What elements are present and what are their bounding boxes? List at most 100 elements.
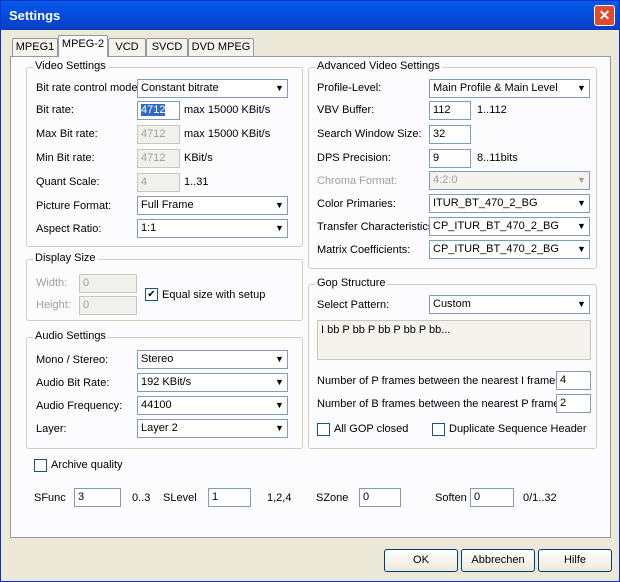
chevron-down-icon[interactable]: ▼ bbox=[272, 80, 287, 97]
picture-format-select[interactable]: Full Frame ▼ bbox=[137, 196, 288, 215]
bitrate-mode-select[interactable]: Constant bitrate ▼ bbox=[137, 79, 288, 98]
duplicate-sequence-header-label: Duplicate Sequence Header bbox=[449, 423, 587, 435]
audio-frequency-select[interactable]: 44100 ▼ bbox=[137, 396, 288, 415]
help-button[interactable]: Hilfe bbox=[538, 549, 612, 572]
tab-mpeg2[interactable]: MPEG-2 bbox=[58, 35, 108, 57]
picture-format-label: Picture Format: bbox=[36, 200, 112, 212]
chroma-format-select[interactable]: 4:2:0 ▼ bbox=[429, 171, 590, 190]
audio-bitrate-select[interactable]: 192 KBit/s ▼ bbox=[137, 373, 288, 392]
profile-level-value: Main Profile & Main Level bbox=[433, 82, 558, 94]
transfer-characteristics-select[interactable]: CP_ITUR_BT_470_2_BG ▼ bbox=[429, 217, 590, 236]
matrix-coefficients-label: Matrix Coefficients: bbox=[317, 244, 411, 256]
equal-size-checkbox[interactable]: ✔ bbox=[145, 288, 158, 301]
tab-mpeg1[interactable]: MPEG1 bbox=[12, 38, 58, 56]
chevron-down-icon[interactable]: ▼ bbox=[272, 220, 287, 237]
audio-bitrate-value: 192 KBit/s bbox=[141, 376, 192, 388]
dps-precision-input[interactable]: 9 bbox=[429, 149, 471, 168]
aspect-ratio-label: Aspect Ratio: bbox=[36, 223, 102, 235]
bitrate-value: 4712 bbox=[141, 104, 166, 116]
select-pattern-value: Custom bbox=[433, 298, 471, 310]
matrix-coefficients-value: CP_ITUR_BT_470_2_BG bbox=[433, 243, 559, 255]
soften-label: Soften bbox=[435, 492, 467, 504]
max-bitrate-input[interactable]: 4712 bbox=[137, 125, 180, 144]
picture-format-value: Full Frame bbox=[141, 199, 194, 211]
chevron-down-icon[interactable]: ▼ bbox=[574, 296, 589, 313]
transfer-characteristics-value: CP_ITUR_BT_470_2_BG bbox=[433, 220, 559, 232]
equal-size-label: Equal size with setup bbox=[162, 289, 266, 301]
width-label: Width: bbox=[36, 277, 68, 289]
bitrate-mode-label: Bit rate control mode: bbox=[36, 82, 141, 94]
p-frames-input[interactable]: 4 bbox=[556, 371, 591, 390]
b-frames-input[interactable]: 2 bbox=[556, 394, 591, 413]
transfer-characteristics-label: Transfer Characteristics: bbox=[317, 221, 437, 233]
sfunc-hint: 0..3 bbox=[132, 492, 151, 504]
max-bitrate-label: Max Bit rate: bbox=[36, 128, 98, 140]
archive-quality-checkbox[interactable] bbox=[34, 459, 47, 472]
video-settings-title: Video Settings bbox=[33, 60, 108, 72]
search-window-input[interactable]: 32 bbox=[429, 125, 471, 144]
ok-button[interactable]: OK bbox=[384, 549, 458, 572]
tab-dvd-mpeg[interactable]: DVD MPEG bbox=[188, 38, 254, 56]
chevron-down-icon[interactable]: ▼ bbox=[272, 374, 287, 391]
vbv-buffer-input[interactable]: 112 bbox=[429, 101, 471, 120]
select-pattern-select[interactable]: Custom ▼ bbox=[429, 295, 590, 314]
tab-panel: Video Settings Bit rate control mode: Co… bbox=[10, 56, 611, 538]
profile-level-select[interactable]: Main Profile & Main Level ▼ bbox=[429, 79, 590, 98]
quant-input[interactable]: 4 bbox=[137, 173, 180, 192]
chroma-format-label: Chroma Format: bbox=[317, 175, 398, 187]
vbv-buffer-label: VBV Buffer: bbox=[317, 104, 375, 116]
chevron-down-icon[interactable]: ▼ bbox=[272, 197, 287, 214]
chevron-down-icon[interactable]: ▼ bbox=[574, 80, 589, 97]
mono-stereo-label: Mono / Stereo: bbox=[36, 354, 109, 366]
color-primaries-select[interactable]: ITUR_BT_470_2_BG ▼ bbox=[429, 194, 590, 213]
settings-window: Settings ✕ MPEG1 MPEG-2 VCD SVCD DVD MPE… bbox=[0, 0, 620, 582]
layer-label: Layer: bbox=[36, 423, 67, 435]
chevron-down-icon[interactable]: ▼ bbox=[272, 397, 287, 414]
b-frames-label: Number of B frames between the nearest P… bbox=[317, 398, 569, 410]
bitrate-hint: max 15000 KBit/s bbox=[184, 104, 271, 116]
soften-input[interactable]: 0 bbox=[470, 488, 514, 507]
bitrate-input[interactable]: 4712 bbox=[137, 101, 180, 120]
dps-precision-label: DPS Precision: bbox=[317, 152, 391, 164]
szone-label: SZone bbox=[316, 492, 349, 504]
chevron-down-icon[interactable]: ▼ bbox=[272, 351, 287, 368]
chevron-down-icon[interactable]: ▼ bbox=[272, 420, 287, 437]
aspect-ratio-value: 1:1 bbox=[141, 222, 157, 234]
title-bar[interactable]: Settings ✕ bbox=[1, 1, 619, 30]
duplicate-sequence-header-checkbox[interactable] bbox=[432, 423, 445, 436]
height-label: Height: bbox=[36, 299, 71, 311]
p-frames-label: Number of P frames between the nearest I… bbox=[317, 375, 564, 387]
height-input[interactable]: 0 bbox=[79, 296, 137, 315]
chevron-down-icon[interactable]: ▼ bbox=[574, 195, 589, 212]
chevron-down-icon[interactable]: ▼ bbox=[574, 241, 589, 258]
min-bitrate-input[interactable]: 4712 bbox=[137, 149, 180, 168]
tab-svcd[interactable]: SVCD bbox=[146, 38, 188, 56]
close-button[interactable]: ✕ bbox=[594, 5, 615, 26]
audio-frequency-label: Audio Frequency: bbox=[36, 400, 123, 412]
soften-hint: 0/1..32 bbox=[523, 492, 557, 504]
color-primaries-value: ITUR_BT_470_2_BG bbox=[433, 197, 538, 209]
width-input[interactable]: 0 bbox=[79, 274, 137, 293]
audio-frequency-value: 44100 bbox=[141, 399, 172, 411]
gop-pattern-text[interactable]: I bb P bb P bb P bb P bb... bbox=[317, 320, 591, 360]
search-window-label: Search Window Size: bbox=[317, 128, 422, 140]
display-size-title: Display Size bbox=[33, 252, 98, 264]
chevron-down-icon[interactable]: ▼ bbox=[574, 218, 589, 235]
quant-label: Quant Scale: bbox=[36, 176, 100, 188]
sfunc-input[interactable]: 3 bbox=[74, 488, 121, 507]
archive-quality-label: Archive quality bbox=[51, 459, 123, 471]
mono-stereo-select[interactable]: Stereo ▼ bbox=[137, 350, 288, 369]
layer-select[interactable]: Layer 2 ▼ bbox=[137, 419, 288, 438]
tab-vcd[interactable]: VCD bbox=[108, 38, 146, 56]
color-primaries-label: Color Primaries: bbox=[317, 198, 396, 210]
all-gop-closed-checkbox[interactable] bbox=[317, 423, 330, 436]
cancel-button[interactable]: Abbrechen bbox=[461, 549, 535, 572]
chevron-down-icon[interactable]: ▼ bbox=[574, 172, 589, 189]
aspect-ratio-select[interactable]: 1:1 ▼ bbox=[137, 219, 288, 238]
szone-input[interactable]: 0 bbox=[359, 488, 401, 507]
matrix-coefficients-select[interactable]: CP_ITUR_BT_470_2_BG ▼ bbox=[429, 240, 590, 259]
slevel-input[interactable]: 1 bbox=[208, 488, 251, 507]
select-pattern-label: Select Pattern: bbox=[317, 299, 390, 311]
chroma-format-value: 4:2:0 bbox=[433, 174, 458, 186]
window-title: Settings bbox=[9, 8, 61, 23]
